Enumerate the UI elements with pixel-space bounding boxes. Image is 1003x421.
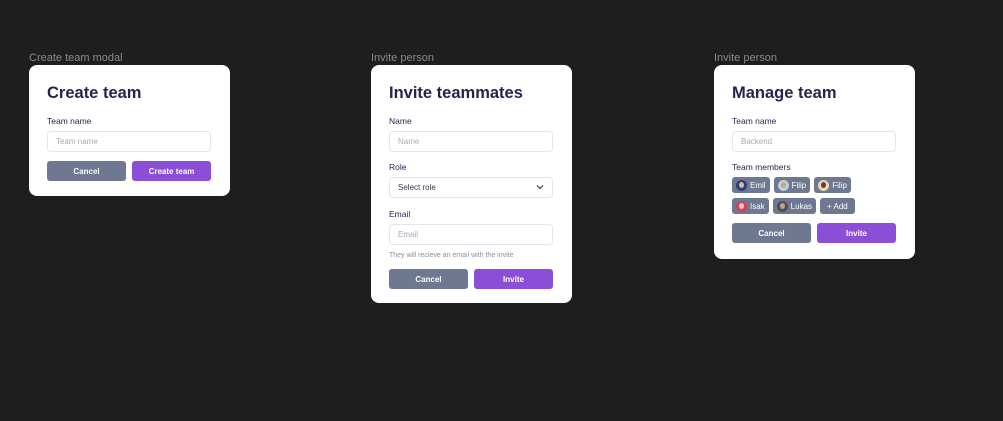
manage-team-modal: Manage team Team name Backend Team membe… [714, 65, 915, 259]
team-name-label: Team name [47, 116, 92, 126]
chevron-down-icon [536, 178, 544, 197]
avatar [736, 200, 747, 212]
modal-title: Manage team [732, 84, 837, 102]
member-chip[interactable]: Filip [814, 177, 851, 193]
member-chip[interactable]: Lukas [772, 198, 817, 214]
team-members-label: Team members [732, 162, 791, 172]
avatar [777, 179, 789, 191]
cancel-button[interactable]: Cancel [389, 269, 468, 289]
frame-label-create-team: Create team modal [29, 52, 123, 64]
invite-button[interactable]: Invite [474, 269, 553, 289]
invite-button[interactable]: Invite [817, 223, 896, 243]
email-input[interactable]: Email [389, 224, 553, 245]
add-member-label: + Add [827, 201, 848, 211]
member-name: Emil [750, 180, 766, 190]
modal-title: Create team [47, 84, 142, 102]
role-select-value: Select role [398, 183, 436, 192]
role-label: Role [389, 162, 407, 172]
role-select[interactable]: Select role [389, 177, 553, 198]
create-team-modal: Create team Team name Team name Cancel C… [29, 65, 230, 196]
name-input[interactable]: Name [389, 131, 553, 152]
member-name: Lukas [790, 201, 813, 211]
add-member-button[interactable]: + Add [820, 198, 855, 214]
create-team-button[interactable]: Create team [132, 161, 211, 181]
modal-title: Invite teammates [389, 84, 523, 102]
cancel-button[interactable]: Cancel [47, 161, 126, 181]
email-label: Email [389, 209, 411, 219]
member-name: Isak [750, 201, 765, 211]
team-name-label: Team name [732, 116, 777, 126]
frame-label-manage: Invite person [714, 52, 777, 64]
team-name-input[interactable]: Team name [47, 131, 211, 152]
avatar [776, 200, 788, 212]
cancel-button[interactable]: Cancel [732, 223, 811, 243]
email-help-text: They will recieve an email with the invi… [389, 252, 514, 259]
member-chip[interactable]: Emil [732, 177, 770, 193]
member-name: Filip [832, 180, 847, 190]
invite-teammates-modal: Invite teammates Name Name Role Select r… [371, 65, 572, 303]
frame-label-invite: Invite person [371, 52, 434, 64]
avatar [818, 179, 830, 191]
member-chip[interactable]: Filip [773, 177, 811, 193]
avatar [736, 179, 747, 191]
team-members-list: Emil Filip Filip Isak Lukas + Add [732, 177, 882, 214]
name-label: Name [389, 116, 412, 126]
member-name: Filip [791, 180, 807, 190]
member-chip[interactable]: Isak [732, 198, 769, 214]
team-name-input[interactable]: Backend [732, 131, 896, 152]
